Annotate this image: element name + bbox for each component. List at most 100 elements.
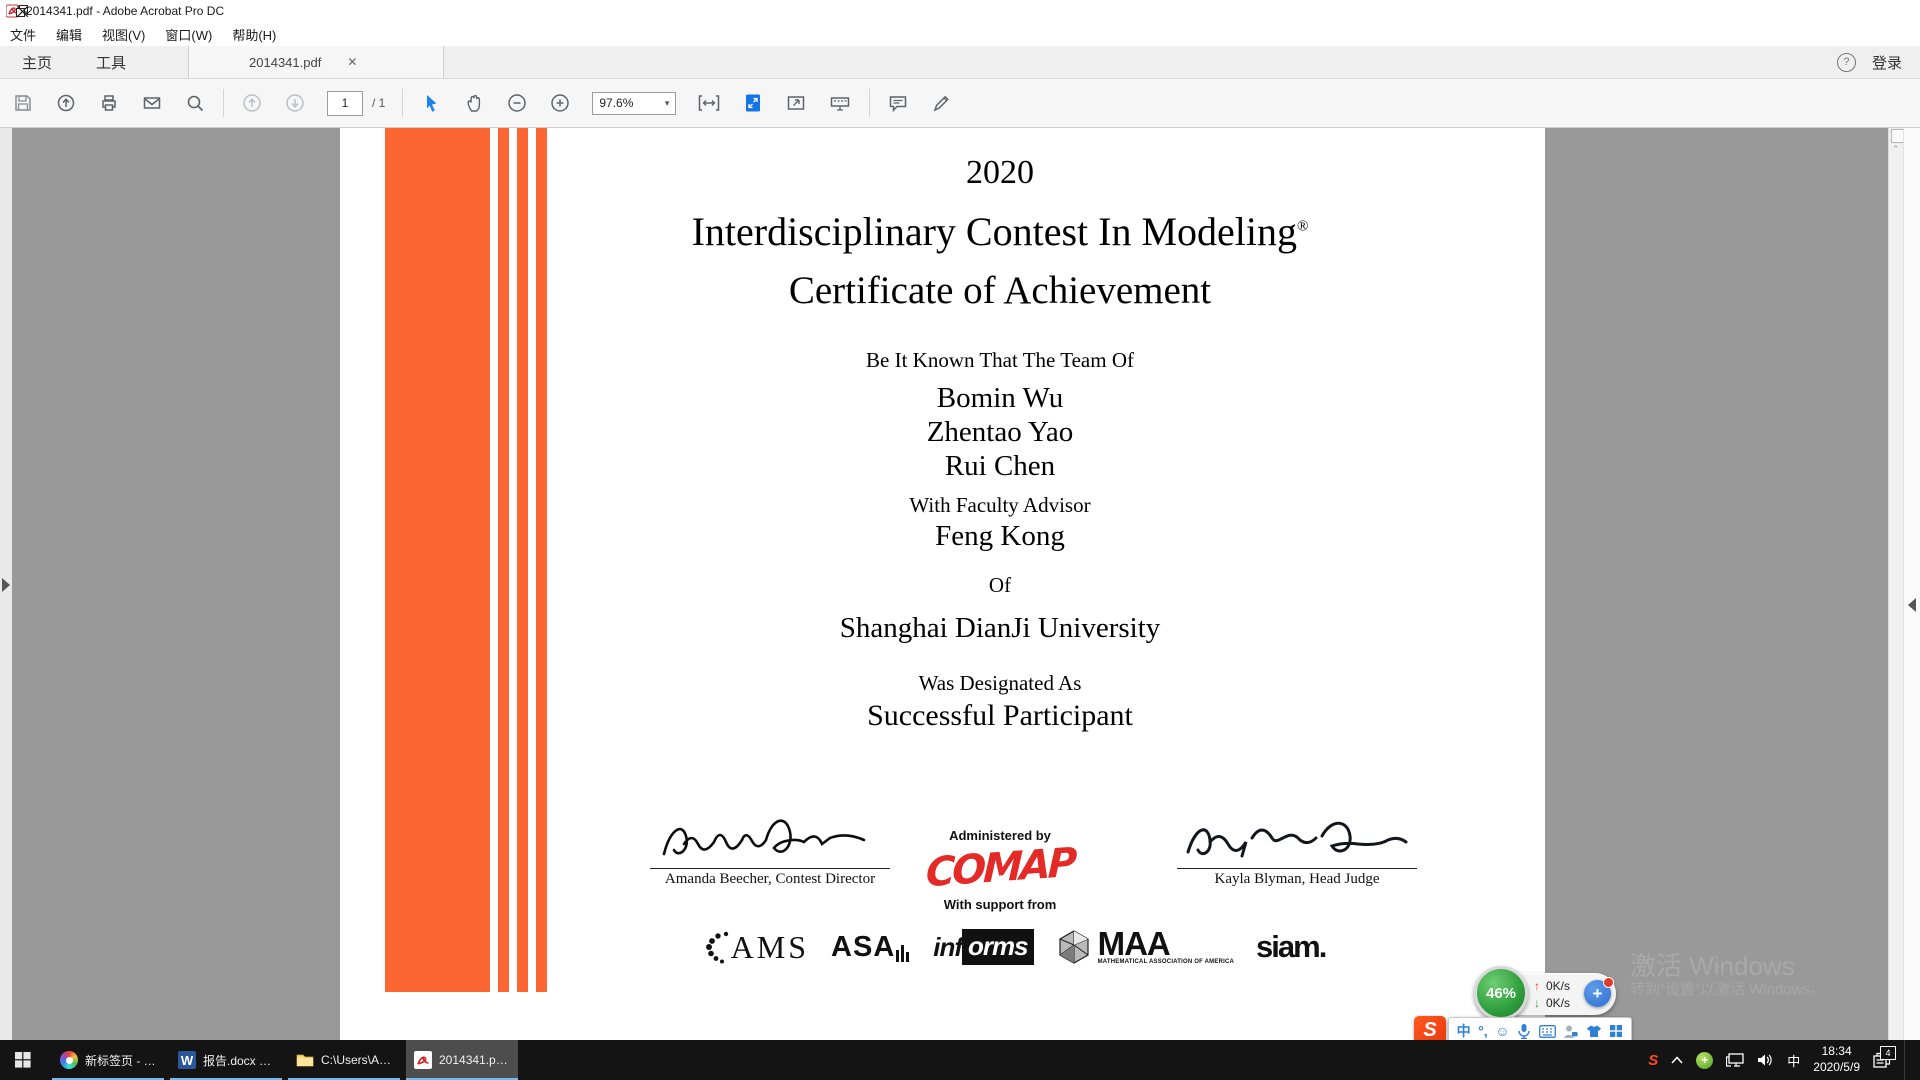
ime-toolbox-icon[interactable] (1609, 1024, 1623, 1038)
tab-home[interactable]: 主页 (0, 46, 74, 78)
informs-text-left: inf (933, 932, 962, 963)
certificate-title: Interdisciplinary Contest In Modeling® (560, 208, 1440, 255)
signature-left-caption: Amanda Beecher, Contest Director (650, 871, 890, 888)
start-button[interactable] (0, 1040, 46, 1080)
tab-document-label: 2014341.pdf (249, 55, 321, 70)
of-label: Of (560, 573, 1440, 598)
pdf-page: 2020 Interdisciplinary Contest In Modeli… (340, 128, 1545, 1040)
certificate-year: 2020 (560, 154, 1440, 192)
siam-logo: siam. (1256, 929, 1325, 965)
zoom-in-icon[interactable] (549, 92, 571, 114)
sogou-logo-letter: S (1423, 1019, 1436, 1042)
taskbar-item-label: 新标签页 - 360极... (85, 1052, 156, 1069)
volume-icon[interactable] (1757, 1053, 1774, 1067)
desktop-screen: 2014341.pdf - Adobe Acrobat Pro DC 文件 编辑… (0, 0, 1920, 1080)
download-arrow-icon: ↓ (1534, 996, 1540, 1010)
help-icon[interactable]: ? (1837, 53, 1856, 72)
print-icon[interactable] (98, 92, 120, 114)
tab-close-icon[interactable]: ✕ (347, 55, 357, 69)
windows-logo-icon (15, 1052, 31, 1068)
page-display-icon[interactable] (828, 92, 852, 114)
download-speed: ↓ 0K/s (1534, 996, 1570, 1010)
sogou-tray-icon[interactable]: S (1648, 1052, 1658, 1069)
email-icon[interactable] (141, 92, 163, 114)
action-center-icon[interactable]: 4 (1873, 1052, 1891, 1068)
team-member: Rui Chen (560, 450, 1440, 483)
toolbar-separator (223, 89, 224, 117)
menu-edit[interactable]: 编辑 (46, 22, 92, 47)
ime-mode-chinese[interactable]: 中 (1457, 1024, 1471, 1038)
fit-page-icon[interactable] (742, 92, 764, 114)
ime-skin-icon[interactable] (1586, 1024, 1602, 1038)
maa-caption: MATHEMATICAL ASSOCIATION OF AMERICA (1098, 959, 1234, 965)
certificate-orange-stripe (536, 128, 547, 992)
menu-view[interactable]: 视图(V) (92, 22, 155, 47)
memory-usage-ball[interactable]: 46% (1474, 966, 1528, 1020)
show-desktop-button[interactable] (1904, 1040, 1910, 1080)
certificate-title-text: Interdisciplinary Contest In Modeling (692, 209, 1297, 254)
taskbar-item-browser[interactable]: 新标签页 - 360极... (52, 1040, 164, 1080)
memory-percent: 46% (1486, 985, 1516, 1002)
taskbar-item-word[interactable]: W 报告.docx - Micro... (170, 1040, 282, 1080)
ime-voice-icon[interactable] (1517, 1023, 1531, 1039)
taskbar-item-acrobat[interactable]: 2014341.pdf - Ad... (406, 1040, 518, 1080)
taskbar-item-explorer[interactable]: C:\Users\Adminis... (288, 1040, 400, 1080)
left-panel-toggle-icon[interactable] (2, 578, 10, 592)
ime-punctuation-icon[interactable]: °, (1478, 1024, 1488, 1038)
network-icon[interactable] (1726, 1053, 1744, 1068)
toolbar-separator (869, 89, 870, 117)
ime-typing-icon[interactable] (1563, 1024, 1578, 1039)
toolbar-separator (402, 89, 403, 117)
ime-emoji-icon[interactable]: ☺ (1495, 1024, 1509, 1038)
notification-badge: 4 (1880, 1046, 1896, 1060)
tab-tools[interactable]: 工具 (74, 46, 148, 78)
taskbar-item-label: C:\Users\Adminis... (321, 1053, 392, 1067)
360-safety-tray-icon[interactable]: + (1696, 1052, 1713, 1069)
zoom-out-icon[interactable] (506, 92, 528, 114)
informs-text-right: orms (962, 929, 1034, 965)
signature-right-handwriting (1182, 818, 1412, 866)
signature-block-left: Amanda Beecher, Contest Director (650, 812, 890, 888)
next-page-icon[interactable] (284, 92, 306, 114)
search-icon[interactable] (184, 92, 206, 114)
save-icon[interactable] (12, 92, 34, 114)
fullscreen-icon[interactable] (785, 92, 807, 114)
selection-tool-icon[interactable] (420, 92, 442, 114)
vertical-scrollbar[interactable]: ⌃ (1888, 128, 1904, 1040)
certificate-subtitle: Certificate of Achievement (560, 268, 1440, 313)
zoom-level-value: 97.6% (599, 96, 633, 110)
menu-window[interactable]: 窗口(W) (155, 22, 222, 47)
hand-tool-icon[interactable] (463, 92, 485, 114)
right-panel-strip (1903, 128, 1920, 1040)
browser-360-icon (60, 1051, 78, 1069)
ime-keyboard-icon[interactable] (1539, 1025, 1556, 1038)
tray-clock[interactable]: 18:34 2020/5/9 (1813, 1044, 1860, 1075)
page-number-input[interactable] (327, 91, 363, 116)
pdf-icon (414, 1051, 432, 1069)
right-panel-toggle-icon[interactable] (1908, 598, 1916, 612)
sign-in-button[interactable]: 登录 (1872, 52, 1902, 73)
highlight-pen-icon[interactable] (930, 92, 952, 114)
tab-bar: 主页 工具 2014341.pdf ✕ ? 登录 (0, 46, 1920, 79)
zoom-level-dropdown[interactable]: 97.6% ▾ (592, 92, 676, 115)
input-language-indicator[interactable]: 中 (1787, 1051, 1800, 1070)
previous-page-icon[interactable] (241, 92, 263, 114)
fit-width-icon[interactable] (697, 92, 721, 114)
scroll-up-icon[interactable]: ⌃ (1892, 144, 1900, 155)
tray-expand-icon[interactable] (1671, 1056, 1683, 1064)
close-button[interactable] (0, 0, 44, 22)
comment-icon[interactable] (887, 92, 909, 114)
certificate-orange-stripe (498, 128, 509, 992)
signature-line (1177, 868, 1417, 869)
maa-icosahedron-icon (1056, 929, 1092, 965)
menu-help[interactable]: 帮助(H) (222, 22, 286, 47)
share-upload-icon[interactable] (55, 92, 77, 114)
tab-document[interactable]: 2014341.pdf ✕ (188, 46, 444, 78)
activate-windows-watermark-sub: 转到“设置”以激活 Windows。 (1630, 978, 1825, 999)
designation-value: Successful Participant (560, 699, 1440, 733)
tray-date: 2020/5/9 (1813, 1060, 1860, 1076)
tray-time: 18:34 (1813, 1044, 1860, 1060)
ams-text: AMS (731, 929, 809, 966)
ams-arc-icon (705, 929, 731, 965)
menu-file[interactable]: 文件 (0, 22, 46, 47)
